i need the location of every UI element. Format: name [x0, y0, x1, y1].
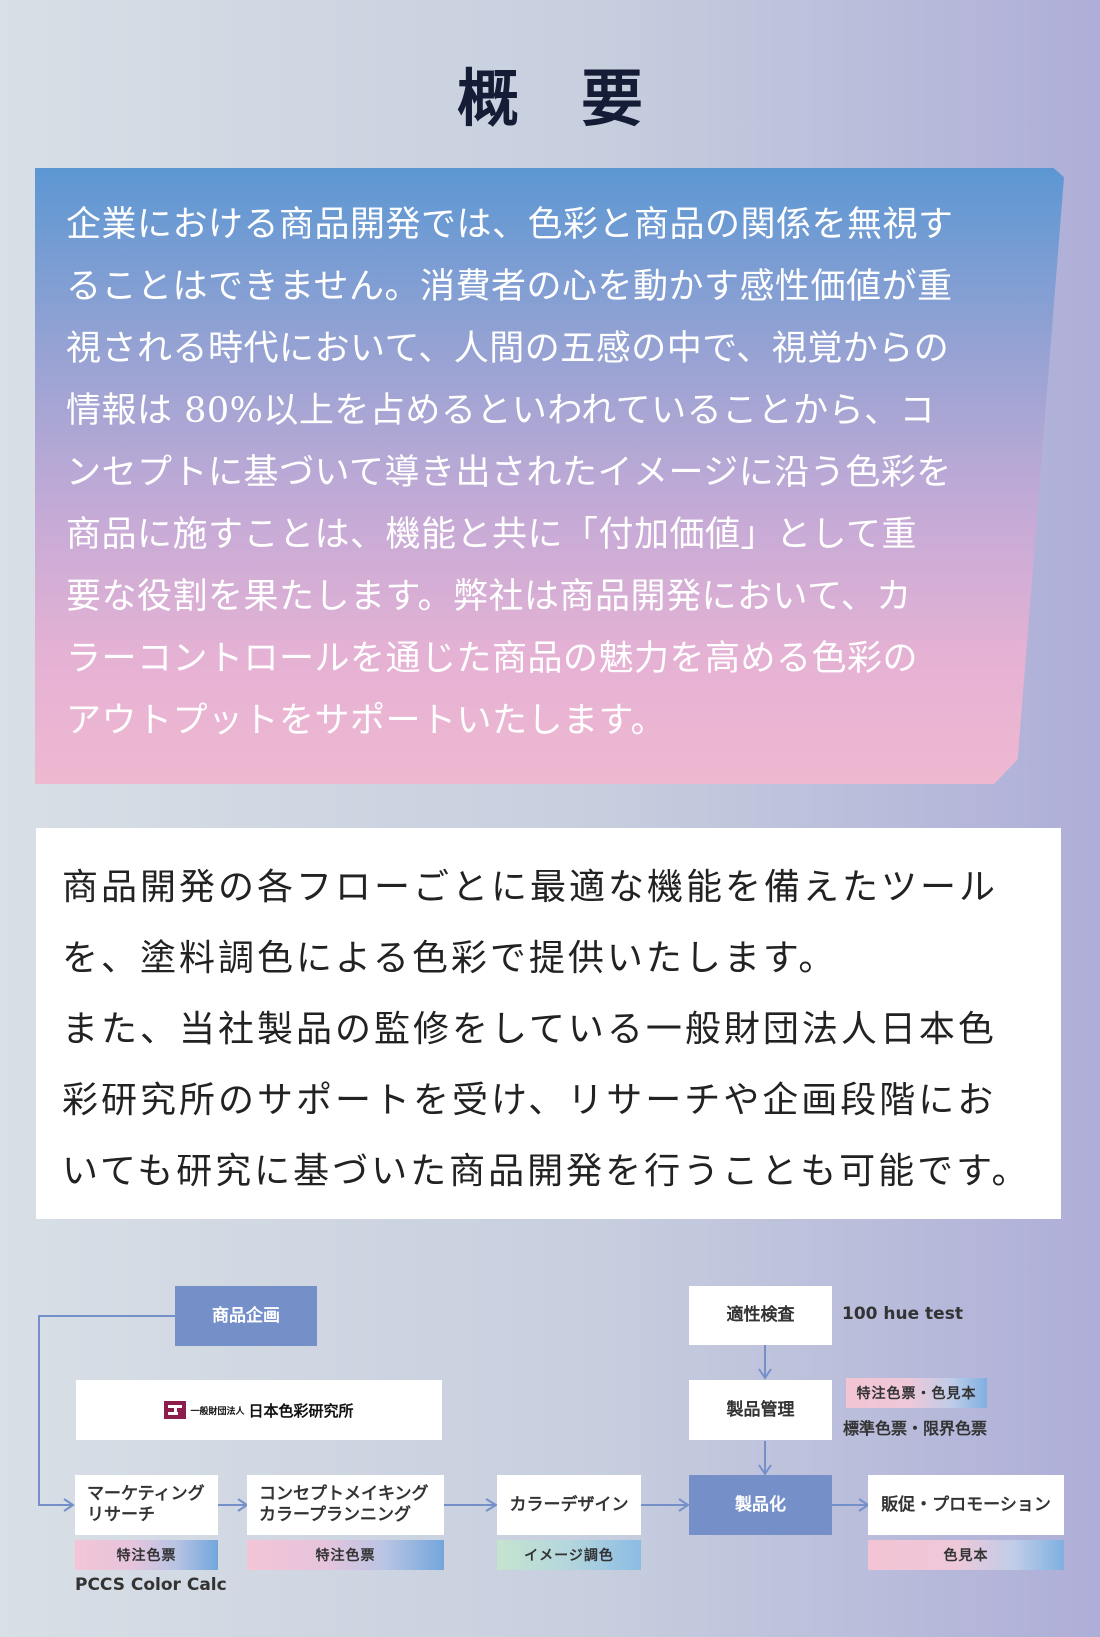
arrowhead [678, 1498, 690, 1512]
promotion-node: 販促・プロモーション [868, 1475, 1064, 1535]
intro-line: 企業における商品開発では、色彩と商品の関係を無視す [66, 205, 954, 245]
description-line: 商品開発の各フローごとに最適な機能を備えたツール [62, 867, 999, 908]
arrowhead [485, 1498, 498, 1512]
institute-logo-box: 一般財団法人 日本色彩研究所 [76, 1380, 442, 1440]
arrowhead [758, 1368, 772, 1380]
management-note: 標準色票・限界色票 [843, 1419, 988, 1438]
institute-logo-name: 日本色彩研究所 [248, 1401, 354, 1420]
description-line: を、塗料調色による色彩で提供いたします。 [62, 938, 838, 979]
marketing-line2: リサーチ [87, 1505, 155, 1525]
color-design-tag: イメージ調色 [497, 1540, 641, 1570]
color-design-node: カラーデザイン [497, 1475, 641, 1535]
arrowhead [237, 1498, 249, 1512]
inspection-note: 100 hue test [842, 1304, 963, 1324]
marketing-node: マーケティング リサーチ [75, 1475, 218, 1535]
planning-node: 商品企画 [175, 1286, 317, 1346]
intro-line: 情報は 80%以上を占めるといわれていることから、コ [66, 391, 936, 431]
productization-node: 製品化 [689, 1475, 832, 1535]
concept-node: コンセプトメイキング カラープランニング [247, 1475, 444, 1535]
description-paragraph: 商品開発の各フローごとに最適な機能を備えたツール を、塗料調色による色彩で提供い… [62, 852, 1062, 1207]
description-line: いても研究に基づいた商品開発を行うことも可能です。 [62, 1151, 1031, 1192]
product-management-node: 製品管理 [689, 1380, 832, 1440]
intro-line: アウトプットをサポートいたします。 [66, 701, 667, 741]
inspection-node: 適性検査 [689, 1286, 832, 1345]
institute-emblem-icon [164, 1401, 187, 1419]
intro-line: ンセプトに基づいて導き出されたイメージに沿う色彩を [66, 453, 952, 493]
intro-line: ラーコントロールを通じた商品の魅力を高める色彩の [66, 639, 919, 679]
institute-logo-small-text: 一般財団法人 [190, 1406, 245, 1417]
intro-paragraph: 企業における商品開発では、色彩と商品の関係を無視す ることはできません。消費者の… [66, 194, 1006, 752]
intro-line: ることはできません。消費者の心を動かす感性価値が重 [66, 267, 953, 307]
page-title: 概 要 [456, 62, 643, 135]
promotion-tag: 色見本 [868, 1540, 1064, 1570]
arrowhead [858, 1498, 870, 1512]
intro-line: 要な役割を果たします。弊社は商品開発において、カ [66, 577, 912, 617]
description-line: また、当社製品の監修をしている一般財団法人日本色 [62, 1009, 997, 1050]
concept-line1: コンセプトメイキング [259, 1484, 429, 1504]
institute-logo: 一般財団法人 日本色彩研究所 [164, 1400, 354, 1421]
marketing-note: PCCS Color Calc [75, 1575, 227, 1595]
intro-line: 視される時代において、人間の五感の中で、視覚からの [66, 329, 950, 369]
concept-line2: カラープランニング [259, 1505, 411, 1525]
arrowhead [758, 1464, 772, 1476]
description-line: 彩研究所のサポートを受け、リサーチや企画段階にお [62, 1080, 997, 1121]
arrowhead [63, 1498, 75, 1512]
marketing-line1: マーケティング [87, 1484, 205, 1504]
concept-tag: 特注色票 [247, 1540, 444, 1570]
intro-line: 商品に施すことは、機能と共に「付加価値」として重 [66, 515, 917, 555]
marketing-tag: 特注色票 [75, 1540, 218, 1570]
management-tag: 特注色票・色見本 [846, 1378, 987, 1408]
